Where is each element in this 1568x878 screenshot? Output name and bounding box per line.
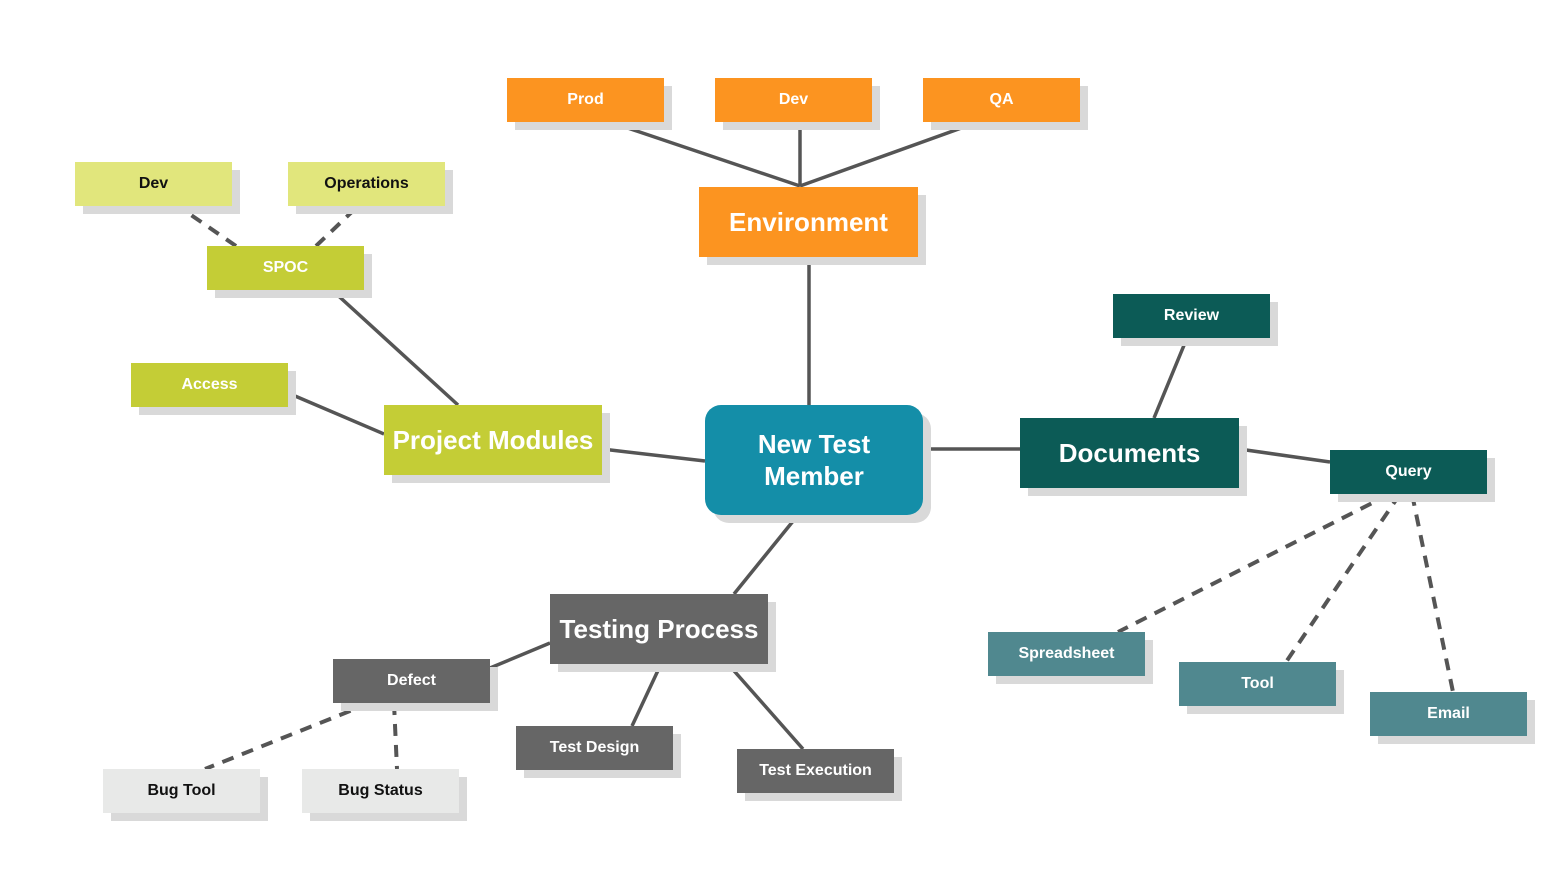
edge-documents-to-doc-review <box>1152 337 1189 419</box>
edge-environment-to-env-prod <box>609 120 801 188</box>
node-label: Bug Tool <box>147 782 216 799</box>
node-env-dev[interactable]: Dev <box>715 78 872 122</box>
node-tool[interactable]: Tool <box>1179 662 1336 706</box>
edge-testing-process-to-tp-test-design <box>630 663 663 727</box>
node-label: Project Modules <box>392 424 594 455</box>
node-email[interactable]: Email <box>1370 692 1527 736</box>
edge-center-to-project-modules <box>601 447 706 463</box>
edge-project-modules-to-pm-spoc <box>330 288 460 407</box>
node-label: Query <box>1385 463 1432 480</box>
node-project-modules[interactable]: Project Modules <box>384 405 602 475</box>
node-testing-process[interactable]: Testing Process <box>550 594 768 664</box>
edge-documents-to-doc-query <box>1238 447 1331 464</box>
edge-tp-defect-to-defect-bug-tool <box>204 701 371 771</box>
edge-center-to-testing-process <box>732 513 800 596</box>
node-label: Email <box>1427 705 1470 722</box>
node-documents[interactable]: Documents <box>1020 418 1239 488</box>
node-defect[interactable]: Defect <box>333 659 490 703</box>
node-test-design[interactable]: Test Design <box>516 726 673 770</box>
node-test-execution[interactable]: Test Execution <box>737 749 894 793</box>
node-label: Dev <box>138 175 169 192</box>
edge-environment-to-env-qa <box>799 120 979 188</box>
node-label: Documents <box>1058 437 1201 468</box>
node-review[interactable]: Review <box>1113 294 1270 338</box>
edge-testing-process-to-tp-defect <box>489 641 551 670</box>
edge-doc-query-to-query-spreadsheet <box>1117 492 1391 634</box>
node-query[interactable]: Query <box>1330 450 1487 494</box>
node-label: Test Design <box>549 739 640 756</box>
node-label: Review <box>1163 307 1220 324</box>
node-label: Operations <box>324 175 409 192</box>
node-label: Test Execution <box>759 762 872 779</box>
edge-project-modules-to-pm-access <box>287 391 385 436</box>
node-environment[interactable]: Environment <box>699 187 918 257</box>
edge-tp-defect-to-defect-bug-status <box>392 702 399 770</box>
edge-testing-process-to-tp-test-execution <box>726 662 805 751</box>
node-label: Environment <box>729 206 888 237</box>
node-env-prod[interactable]: Prod <box>507 78 664 122</box>
node-bug-tool[interactable]: Bug Tool <box>103 769 260 813</box>
node-label: Spreadsheet <box>1018 645 1115 662</box>
node-spoc-operations[interactable]: Operations <box>288 162 445 206</box>
node-label: Bug Status <box>338 782 423 799</box>
node-access[interactable]: Access <box>131 363 288 407</box>
node-label: SPOC <box>262 259 309 276</box>
node-label: Prod <box>567 91 604 108</box>
node-spreadsheet[interactable]: Spreadsheet <box>988 632 1145 676</box>
node-spoc-dev[interactable]: Dev <box>75 162 232 206</box>
node-label: Access <box>181 376 238 393</box>
node-bug-status[interactable]: Bug Status <box>302 769 459 813</box>
node-label: Defect <box>387 672 436 689</box>
node-env-qa[interactable]: QA <box>923 78 1080 122</box>
center-node-new-test-member[interactable]: New Test Member <box>705 405 923 515</box>
node-label: New Test Member <box>757 429 871 491</box>
node-label: Dev <box>778 91 809 108</box>
edge-doc-query-to-query-email <box>1410 493 1455 693</box>
node-label: Testing Process <box>559 613 759 644</box>
node-label: Tool <box>1241 675 1274 692</box>
node-label: QA <box>989 91 1014 108</box>
node-spoc[interactable]: SPOC <box>207 246 364 290</box>
